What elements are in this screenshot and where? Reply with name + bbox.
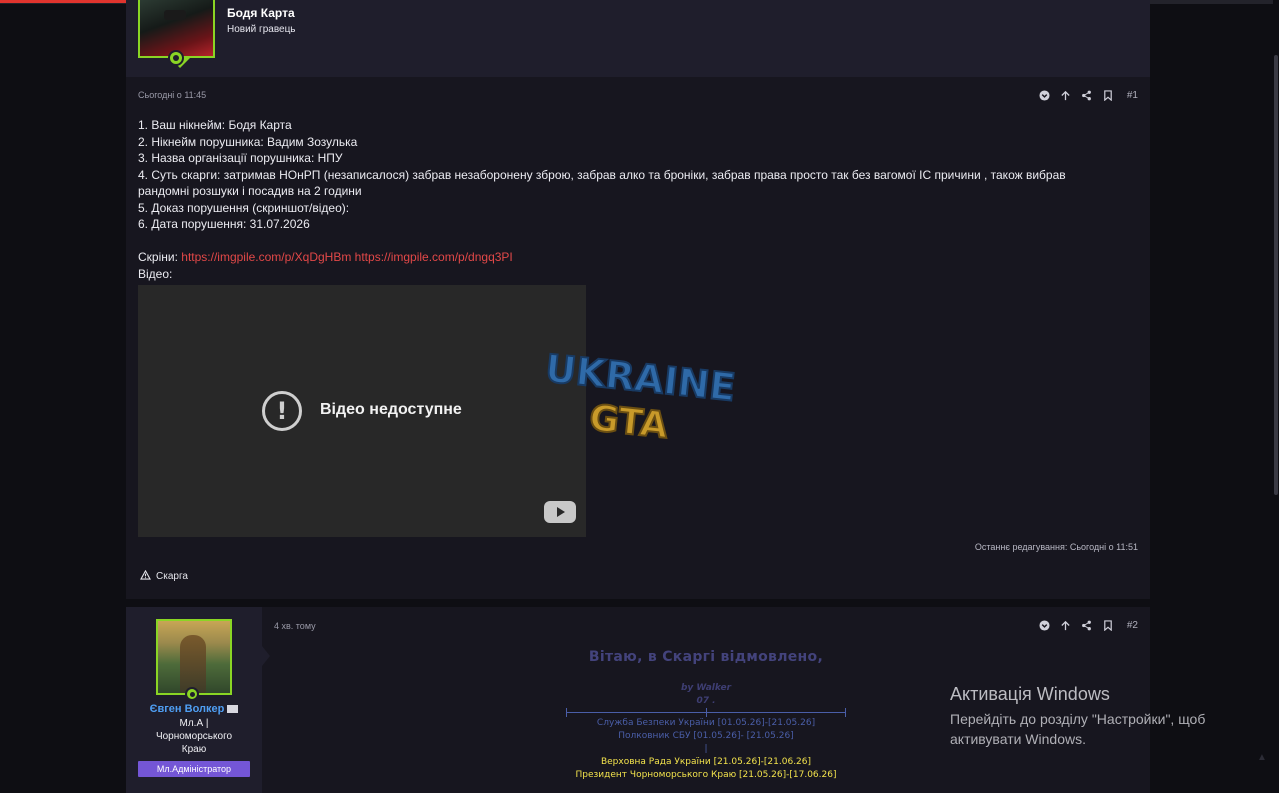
post-actions: #1 [1039, 89, 1138, 101]
video-unavailable-text: Відео недоступне [320, 401, 462, 418]
signature-divider [566, 708, 846, 717]
ukraine-gta-watermark-logo: UKRAINE GTA [542, 347, 738, 447]
scrollbar-thumb[interactable] [1274, 55, 1278, 495]
content-line: рандомні розшуки і посадив на 2 години [138, 184, 362, 198]
signature-role: Верховна Рада України [21.05.26]-[21.06.… [600, 757, 812, 767]
arrow-up-icon[interactable] [1060, 89, 1072, 101]
bookmark-icon[interactable] [1102, 619, 1114, 631]
post-number[interactable]: #2 [1127, 620, 1138, 631]
post-date[interactable]: Сьогодні о 11:45 [138, 90, 206, 100]
title-line: Краю [181, 744, 207, 755]
reply-greeting: Вітаю, в Скаргі відмовлено, [588, 649, 824, 665]
author-title: Мл.А | Чорноморського Краю [126, 717, 262, 756]
scroll-to-top-icon[interactable]: ▲ [1257, 752, 1267, 763]
windows-activation-watermark: Активація Windows Перейдіть до розділу "… [950, 684, 1205, 749]
author-name[interactable]: Євген Волкер [150, 703, 225, 715]
signature-role: Президент Чорноморського Краю [21.05.26]… [575, 770, 837, 780]
youtube-icon[interactable] [544, 501, 576, 523]
report-button[interactable]: Скарга [140, 569, 188, 583]
post-number[interactable]: #1 [1127, 90, 1138, 101]
screens-label: Скріни: [138, 250, 178, 264]
content-line: 2. Нікнейм порушника: Вадим Зозулька [138, 134, 358, 149]
share-icon[interactable] [1081, 89, 1093, 101]
content-line: 5. Доказ порушення (скриншот/відео): [138, 200, 350, 215]
logo-text-1: UKRAINE [543, 347, 737, 410]
post1: Сьогодні о 11:45 #1 1. Ваш нікнейм: Бодя… [126, 77, 1150, 599]
exclamation-icon: ! [262, 391, 302, 431]
video-label: Відео: [138, 266, 173, 281]
share-icon[interactable] [1081, 619, 1093, 631]
windows-activation-title: Активація Windows [950, 684, 1110, 704]
logo-text-2: GTA [587, 398, 670, 447]
content-line: 3. Назва організації порушника: НПУ [138, 151, 343, 165]
avatar[interactable] [156, 619, 232, 695]
report-label: Скарга [156, 571, 188, 582]
page-scrollbar[interactable] [1273, 0, 1279, 793]
screenshot-link-2[interactable]: https://imgpile.com/p/dngq3PI [355, 250, 513, 264]
author-name[interactable]: Бодя Карта [227, 6, 295, 20]
author-name-row: Євген Волкер [126, 703, 262, 715]
windows-activation-line: Перейдіть до розділу "Настройки", щоб [950, 711, 1206, 727]
online-status-icon [168, 50, 184, 66]
bookmark-icon[interactable] [1102, 89, 1114, 101]
windows-activation-line: активувати Windows. [950, 731, 1086, 747]
title-line: Мл.А | [179, 718, 209, 729]
post-content: 1. Ваш нікнейм: Бодя Карта 2. Нікнейм по… [138, 117, 1128, 282]
online-status-icon [185, 687, 199, 701]
post2-author-sidebar: Євген Волкер Мл.А | Чорноморського Краю … [126, 607, 270, 793]
title-line: Чорноморського [155, 731, 233, 742]
content-line: 6. Дата порушення: 31.07.2026 [138, 217, 310, 231]
warning-icon [140, 569, 151, 583]
chevron-down-circle-icon[interactable] [1039, 619, 1051, 631]
envelope-icon[interactable] [227, 705, 239, 714]
post-actions: #2 [1039, 619, 1138, 631]
video-embed[interactable]: ! Відео недоступне [138, 285, 586, 537]
chevron-down-circle-icon[interactable] [1039, 89, 1051, 101]
role-badge: Мл.Адміністратор [138, 761, 250, 777]
last-edited: Останнє редагування: Сьогодні о 11:51 [974, 542, 1138, 552]
author-role: Новий гравець [227, 24, 296, 35]
arrow-up-icon[interactable] [1060, 619, 1072, 631]
content-line: 1. Ваш нікнейм: Бодя Карта [138, 118, 292, 132]
content-line: 4. Суть скарги: затримав НОнРП (незаписа… [138, 167, 1066, 182]
post1-author-header: Бодя Карта Новий гравець [126, 0, 1150, 77]
screenshot-link-1[interactable]: https://imgpile.com/p/XqDgHBm [181, 250, 351, 264]
post-date[interactable]: 4 хв. тому [274, 621, 316, 631]
screens-line: Скріни: https://imgpile.com/p/XqDgHBm ht… [138, 249, 1128, 266]
